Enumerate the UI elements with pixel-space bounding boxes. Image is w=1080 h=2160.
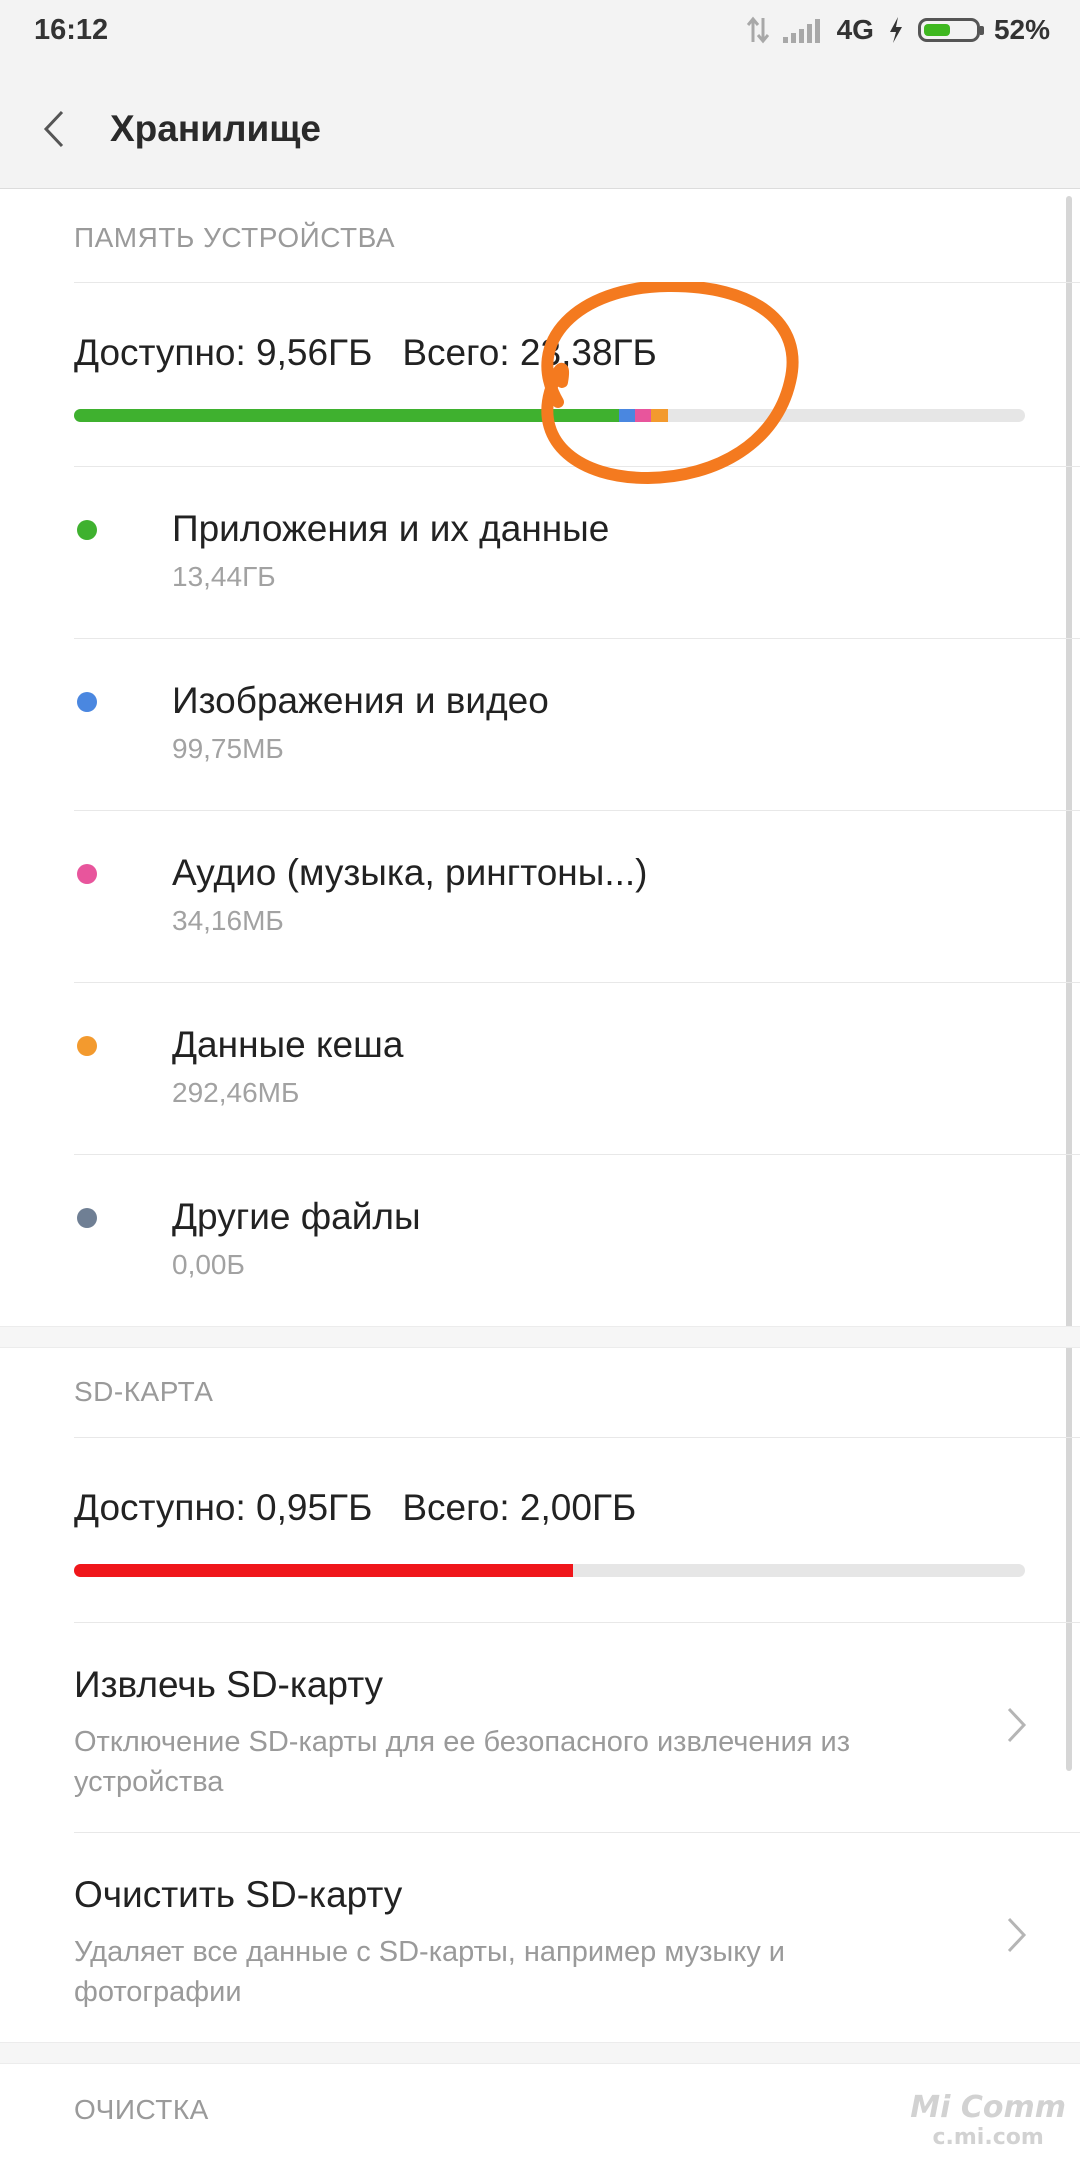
chevron-right-icon bbox=[1007, 1917, 1027, 1953]
data-transfer-icon bbox=[746, 16, 769, 44]
category-name: Приложения и их данные bbox=[172, 508, 610, 549]
apps-color-dot bbox=[77, 520, 97, 540]
device-total: Всего: 23,38ГБ bbox=[402, 332, 657, 373]
signal-icon bbox=[782, 17, 823, 43]
sd-total: Всего: 2,00ГБ bbox=[402, 1487, 637, 1528]
category-size: 34,16МБ bbox=[172, 905, 284, 936]
device-usage-bar bbox=[74, 409, 1025, 422]
battery-percent: 52% bbox=[993, 14, 1050, 45]
category-name: Данные кеша bbox=[172, 1024, 404, 1065]
category-name: Аудио (музыка, рингтоны...) bbox=[172, 852, 648, 893]
category-other-files[interactable]: Другие файлы 0,00Б bbox=[0, 1154, 1080, 1326]
clear-sd-title: Очистить SD-карту bbox=[74, 1874, 403, 1915]
sd-usage-bar bbox=[74, 1564, 1025, 1577]
chevron-right-icon bbox=[1007, 1707, 1027, 1743]
section-device-memory: ПАМЯТЬ УСТРОЙСТВА bbox=[74, 222, 396, 253]
eject-sd-title: Извлечь SD-карту bbox=[74, 1664, 384, 1705]
divider bbox=[74, 1437, 1080, 1438]
battery-icon bbox=[917, 18, 984, 42]
app-bar: Хранилище bbox=[0, 70, 1080, 189]
divider bbox=[74, 282, 1080, 283]
status-time: 16:12 bbox=[34, 14, 109, 46]
other-color-dot bbox=[77, 1208, 97, 1228]
charging-icon bbox=[889, 17, 902, 43]
usage-segment-cache bbox=[651, 409, 669, 422]
usage-segment-audio bbox=[635, 409, 652, 422]
images-color-dot bbox=[77, 692, 97, 712]
category-size: 13,44ГБ bbox=[172, 561, 276, 592]
category-size: 0,00Б bbox=[172, 1249, 245, 1280]
usage-segment-images bbox=[618, 409, 636, 422]
annotation-circle bbox=[541, 282, 799, 485]
category-size: 99,75МБ bbox=[172, 733, 284, 764]
status-bar: 16:12 4G 52% bbox=[0, 0, 1080, 70]
section-gap bbox=[0, 1326, 1080, 1348]
watermark: Mi Comm c.mi.com bbox=[910, 2090, 1066, 2150]
status-indicators: 4G 52% bbox=[733, 14, 1050, 46]
usage-segment-apps bbox=[74, 409, 619, 422]
device-storage-summary: Доступно: 9,56ГБ Всего: 23,38ГБ bbox=[74, 332, 687, 374]
section-sd-card: SD-КАРТА bbox=[74, 1376, 214, 1407]
category-name: Изображения и видео bbox=[172, 680, 549, 721]
eject-sd-description: Отключение SD-карты для ее безопасного и… bbox=[74, 1726, 851, 1798]
category-name: Другие файлы bbox=[172, 1196, 421, 1237]
sd-storage-summary: Доступно: 0,95ГБ Всего: 2,00ГБ bbox=[74, 1487, 666, 1529]
category-cache[interactable]: Данные кеша 292,46МБ bbox=[0, 982, 1080, 1154]
watermark-line1: Mi Comm bbox=[910, 2090, 1066, 2125]
sd-available: Доступно: 0,95ГБ bbox=[74, 1487, 373, 1528]
category-images[interactable]: Изображения и видео 99,75МБ bbox=[0, 638, 1080, 810]
cache-color-dot bbox=[77, 1036, 97, 1056]
device-available: Доступно: 9,56ГБ bbox=[74, 332, 373, 373]
category-audio[interactable]: Аудио (музыка, рингтоны...) 34,16МБ bbox=[0, 810, 1080, 982]
watermark-line2: c.mi.com bbox=[932, 2125, 1044, 2150]
audio-color-dot bbox=[77, 864, 97, 884]
usage-segment-sd bbox=[74, 1564, 574, 1577]
page-title: Хранилище bbox=[110, 108, 321, 149]
section-cleanup: ОЧИСТКА bbox=[74, 2094, 209, 2125]
category-size: 292,46МБ bbox=[172, 1077, 300, 1108]
clear-sd-description: Удаляет все данные с SD-карты, например … bbox=[74, 1936, 785, 2008]
category-apps[interactable]: Приложения и их данные 13,44ГБ bbox=[0, 466, 1080, 638]
network-type: 4G bbox=[836, 14, 874, 45]
back-arrow-icon[interactable] bbox=[38, 110, 72, 148]
clear-sd-card-button[interactable]: Очистить SD-карту Удаляет все данные с S… bbox=[0, 1832, 1080, 2042]
eject-sd-card-button[interactable]: Извлечь SD-карту Отключение SD-карты для… bbox=[0, 1622, 1080, 1832]
section-gap bbox=[0, 2042, 1080, 2064]
